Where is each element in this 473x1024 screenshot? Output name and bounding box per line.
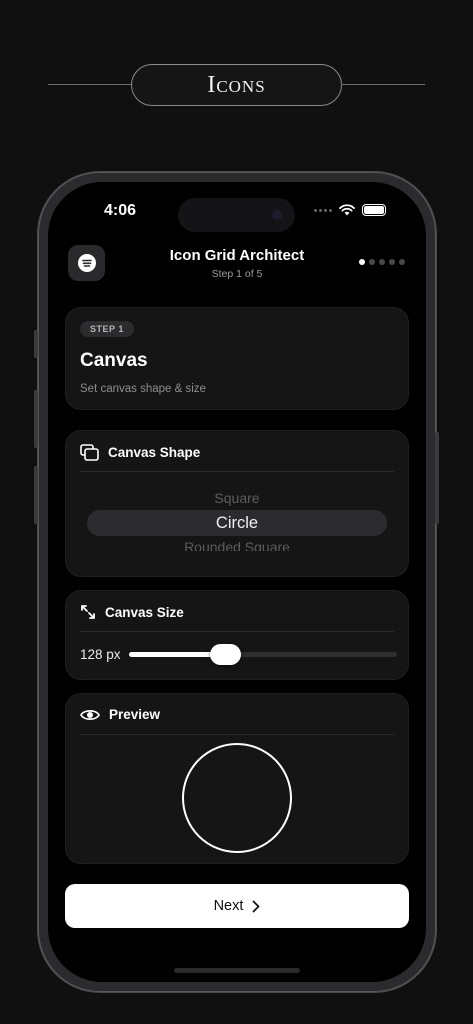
divider bbox=[80, 471, 394, 472]
canvas-size-card: Canvas Size 128 px bbox=[65, 590, 409, 680]
canvas-size-title: Canvas Size bbox=[105, 604, 184, 620]
volume-down-button bbox=[34, 466, 38, 524]
slider-thumb[interactable] bbox=[210, 644, 242, 665]
status-icons bbox=[314, 204, 386, 216]
picker-option-rounded-square[interactable]: Rounded Square bbox=[66, 539, 408, 551]
signal-icon bbox=[314, 208, 332, 212]
status-time: 4:06 bbox=[104, 202, 137, 219]
page-indicator bbox=[359, 259, 405, 265]
banner-line-left bbox=[48, 84, 132, 85]
next-button[interactable]: Next bbox=[65, 884, 409, 928]
picker-option-square[interactable]: Square bbox=[66, 490, 408, 506]
canvas-shape-card: Canvas Shape Square Circle Rounded Squar… bbox=[65, 430, 409, 577]
page-dot-1 bbox=[359, 259, 365, 265]
page-dot-4 bbox=[389, 259, 395, 265]
expand-icon bbox=[81, 605, 95, 619]
banner: Icons bbox=[0, 64, 473, 106]
page-dot-3 bbox=[379, 259, 385, 265]
volume-up-button bbox=[34, 390, 38, 448]
preview-title: Preview bbox=[109, 707, 161, 722]
step-badge: STEP 1 bbox=[80, 321, 134, 337]
layers-icon bbox=[80, 444, 99, 461]
phone-screen: 4:06 Icon Grid Architect Step 1 of 5 STE… bbox=[48, 182, 426, 982]
step-card: STEP 1 Canvas Set canvas shape & size bbox=[65, 307, 409, 410]
preview-card: Preview bbox=[65, 693, 409, 864]
size-slider[interactable] bbox=[129, 644, 397, 665]
divider bbox=[80, 734, 394, 735]
picker-option-circle-selected[interactable]: Circle bbox=[87, 510, 387, 536]
wifi-icon bbox=[339, 204, 355, 216]
size-value-label: 128 px bbox=[80, 647, 121, 662]
banner-title: Icons bbox=[131, 64, 342, 106]
page-dot-2 bbox=[369, 259, 375, 265]
divider bbox=[80, 631, 394, 632]
step-indicator-text: Step 1 of 5 bbox=[211, 268, 263, 280]
camera-icon bbox=[272, 210, 282, 220]
step-subtitle: Set canvas shape & size bbox=[80, 383, 206, 395]
preview-canvas-circle bbox=[182, 743, 292, 853]
chevron-right-icon bbox=[253, 900, 260, 912]
preview-header: Preview bbox=[80, 707, 160, 722]
canvas-shape-title: Canvas Shape bbox=[108, 445, 201, 460]
battery-icon bbox=[362, 204, 386, 216]
eye-icon bbox=[80, 709, 100, 720]
step-title: Canvas bbox=[80, 350, 148, 371]
canvas-size-header: Canvas Size bbox=[80, 604, 184, 620]
power-button bbox=[435, 432, 439, 524]
action-button bbox=[34, 330, 38, 358]
page-dot-5 bbox=[399, 259, 405, 265]
banner-line-right bbox=[341, 84, 425, 85]
home-indicator bbox=[174, 968, 300, 973]
canvas-shape-header: Canvas Shape bbox=[80, 444, 200, 461]
next-button-label: Next bbox=[213, 898, 244, 914]
